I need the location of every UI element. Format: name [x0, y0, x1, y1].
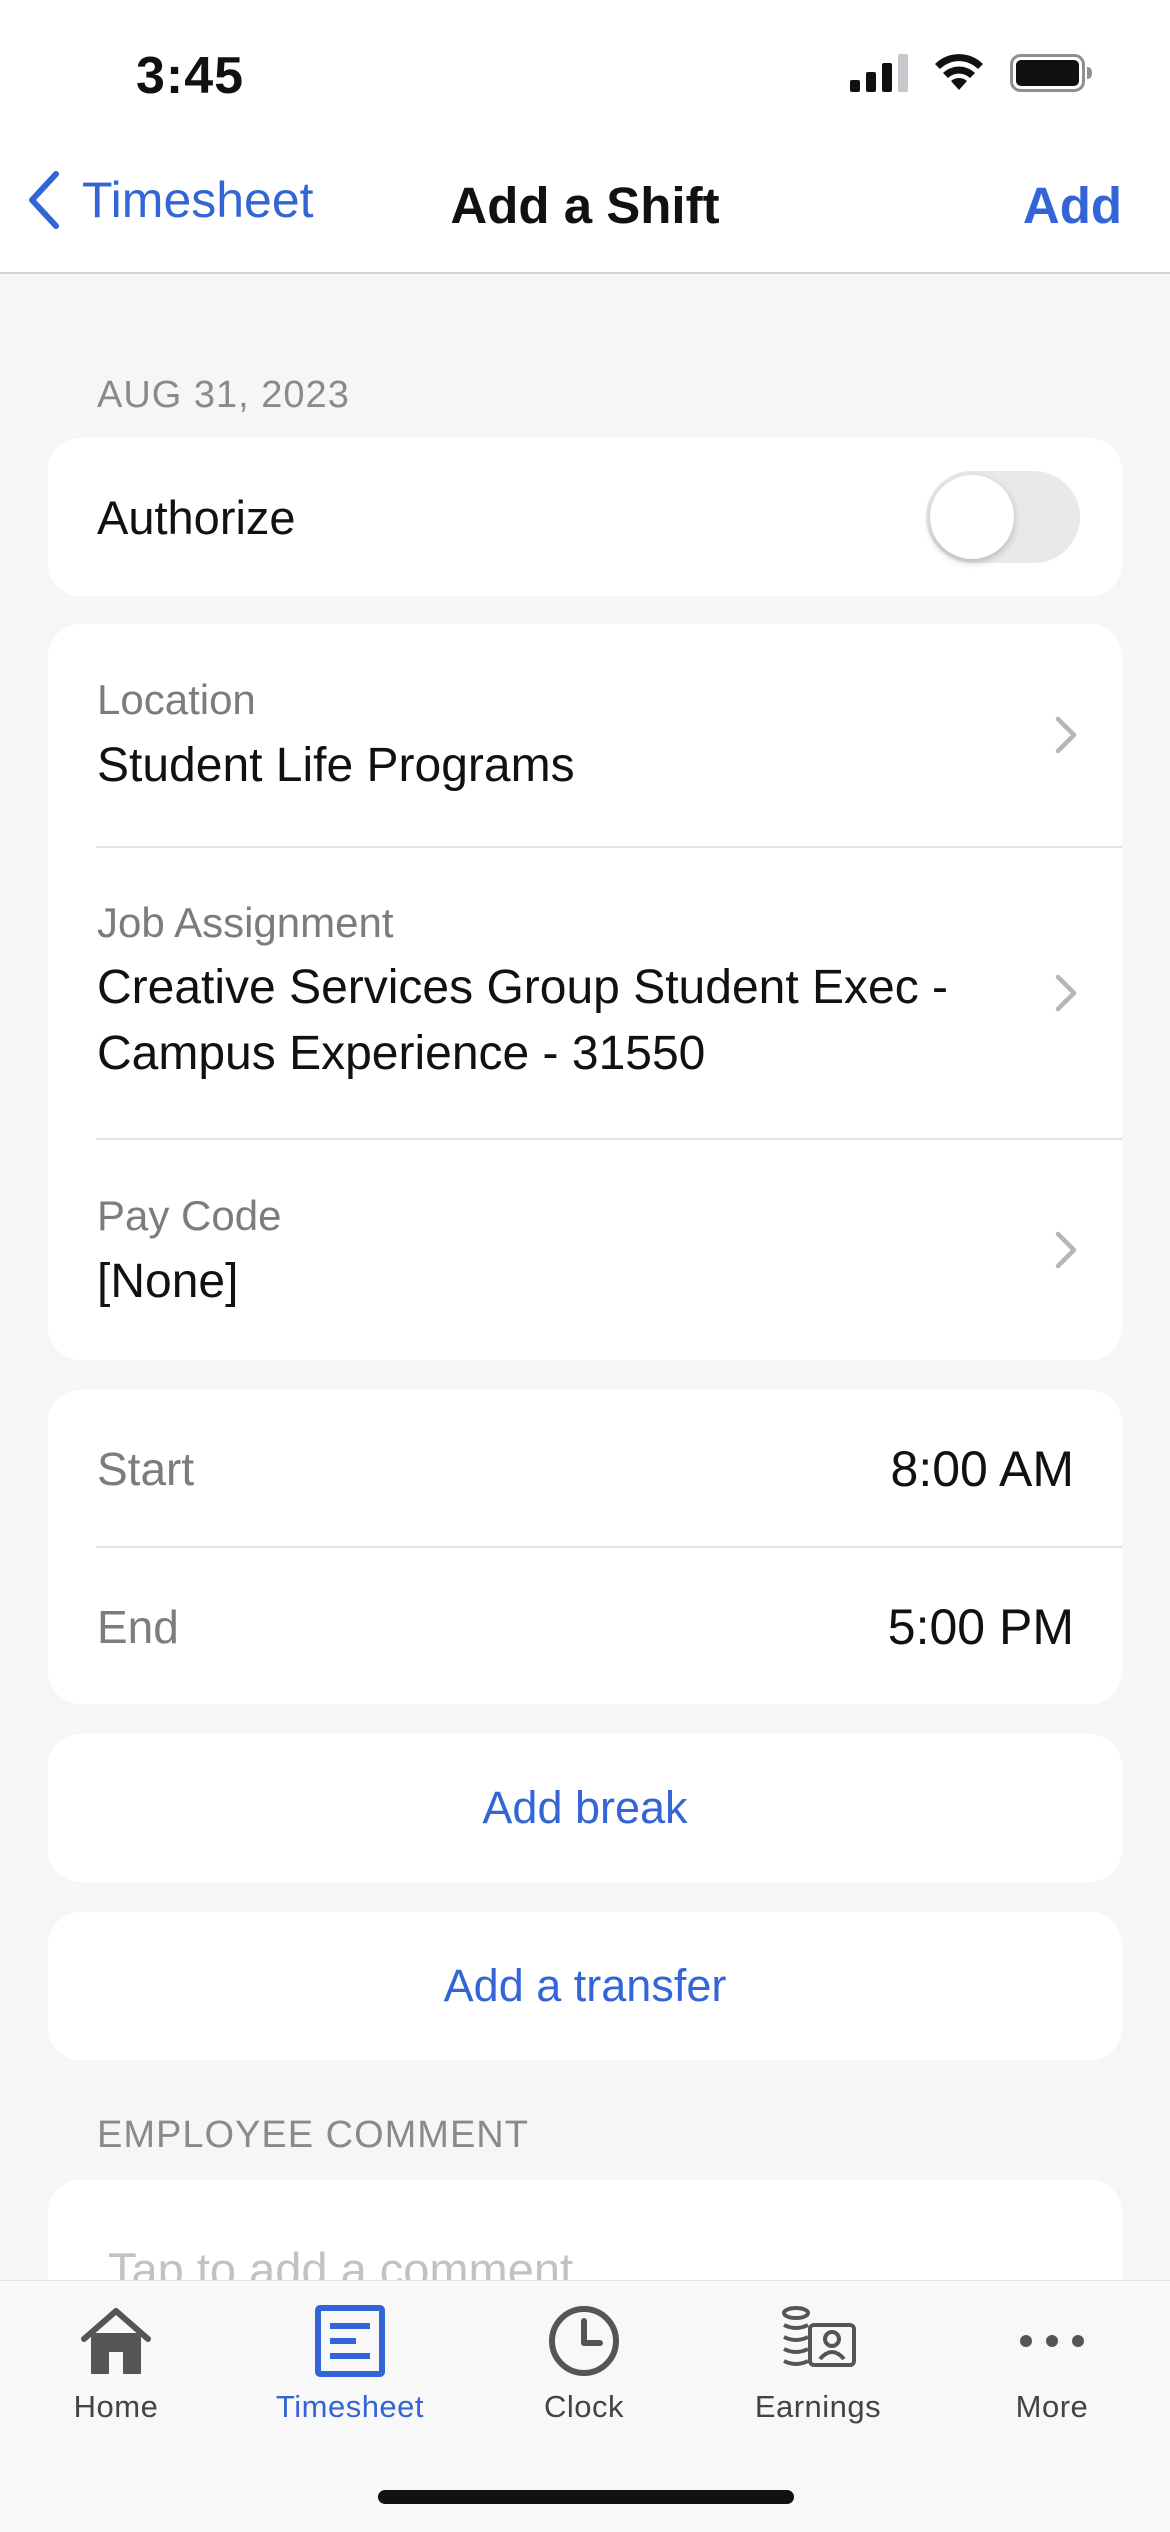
tab-home[interactable]: Home — [16, 2303, 216, 2425]
pay-code-row[interactable]: Pay Code [None] — [48, 1140, 1122, 1360]
start-label: Start — [97, 1442, 195, 1495]
home-indicator[interactable] — [378, 2490, 794, 2504]
back-button-label: Timesheet — [82, 172, 314, 228]
pay-code-label: Pay Code — [97, 1192, 282, 1239]
clock-icon — [549, 2306, 619, 2376]
end-value: 5:00 PM — [887, 1598, 1074, 1655]
authorize-toggle[interactable] — [926, 471, 1080, 563]
toggle-knob — [930, 475, 1014, 559]
authorize-label: Authorize — [97, 490, 296, 544]
tab-label-timesheet: Timesheet — [275, 2389, 425, 2424]
tab-label-clock: Clock — [543, 2389, 624, 2424]
tab-label-home: Home — [73, 2389, 159, 2424]
battery-icon — [1010, 54, 1092, 92]
end-time-row[interactable]: End 5:00 PM — [48, 1548, 1122, 1705]
tab-label-earnings: Earnings — [754, 2389, 882, 2424]
job-assignment-label: Job Assignment — [97, 899, 394, 946]
top-bar: 3:45 Timesheet Add a Shift Add — [0, 0, 1170, 274]
add-transfer-button[interactable]: Add a transfer — [48, 1912, 1122, 2060]
job-assignment-row[interactable]: Job Assignment Creative Services Group S… — [48, 848, 1122, 1138]
screen: 3:45 Timesheet Add a Shift Add AUG 31, 2… — [0, 0, 1170, 2532]
shift-details-card: Location Student Life Programs Job Assig… — [48, 624, 1122, 1360]
status-time: 3:45 — [136, 47, 245, 105]
home-icon — [81, 2308, 151, 2374]
end-label: End — [97, 1600, 179, 1653]
earnings-icon — [782, 2306, 856, 2367]
employee-comment-header: EMPLOYEE COMMENT — [97, 2114, 529, 2156]
location-value: Student Life Programs — [97, 739, 575, 792]
location-label: Location — [97, 676, 256, 723]
status-icons — [850, 54, 1092, 92]
more-icon — [1020, 2335, 1084, 2347]
back-button[interactable]: Timesheet — [26, 170, 314, 230]
wifi-icon — [935, 54, 983, 90]
date-header: AUG 31, 2023 — [97, 374, 350, 416]
chevron-right-icon — [1055, 1231, 1077, 1269]
job-assignment-value-line2: Campus Experience - 31550 — [97, 1027, 706, 1080]
timesheet-icon — [315, 2305, 385, 2377]
shift-time-card: Start 8:00 AM End 5:00 PM — [48, 1390, 1122, 1704]
authorize-card: Authorize — [48, 438, 1122, 596]
job-assignment-value-line1: Creative Services Group Student Exec - — [97, 961, 949, 1014]
start-value: 8:00 AM — [890, 1440, 1074, 1497]
add-break-button[interactable]: Add break — [48, 1734, 1122, 1882]
cellular-signal-icon — [850, 54, 908, 92]
tab-label-more: More — [1015, 2389, 1089, 2424]
start-time-row[interactable]: Start 8:00 AM — [48, 1390, 1122, 1547]
tab-clock[interactable]: Clock — [484, 2303, 684, 2425]
pay-code-value: [None] — [97, 1255, 239, 1308]
tab-earnings[interactable]: Earnings — [718, 2303, 918, 2425]
location-row[interactable]: Location Student Life Programs — [48, 624, 1122, 846]
chevron-left-icon — [29, 171, 59, 229]
add-button[interactable]: Add — [1023, 176, 1122, 235]
tab-timesheet[interactable]: Timesheet — [250, 2303, 450, 2425]
chevron-right-icon — [1055, 716, 1077, 754]
tab-more[interactable]: More — [952, 2303, 1152, 2425]
chevron-right-icon — [1055, 974, 1077, 1012]
